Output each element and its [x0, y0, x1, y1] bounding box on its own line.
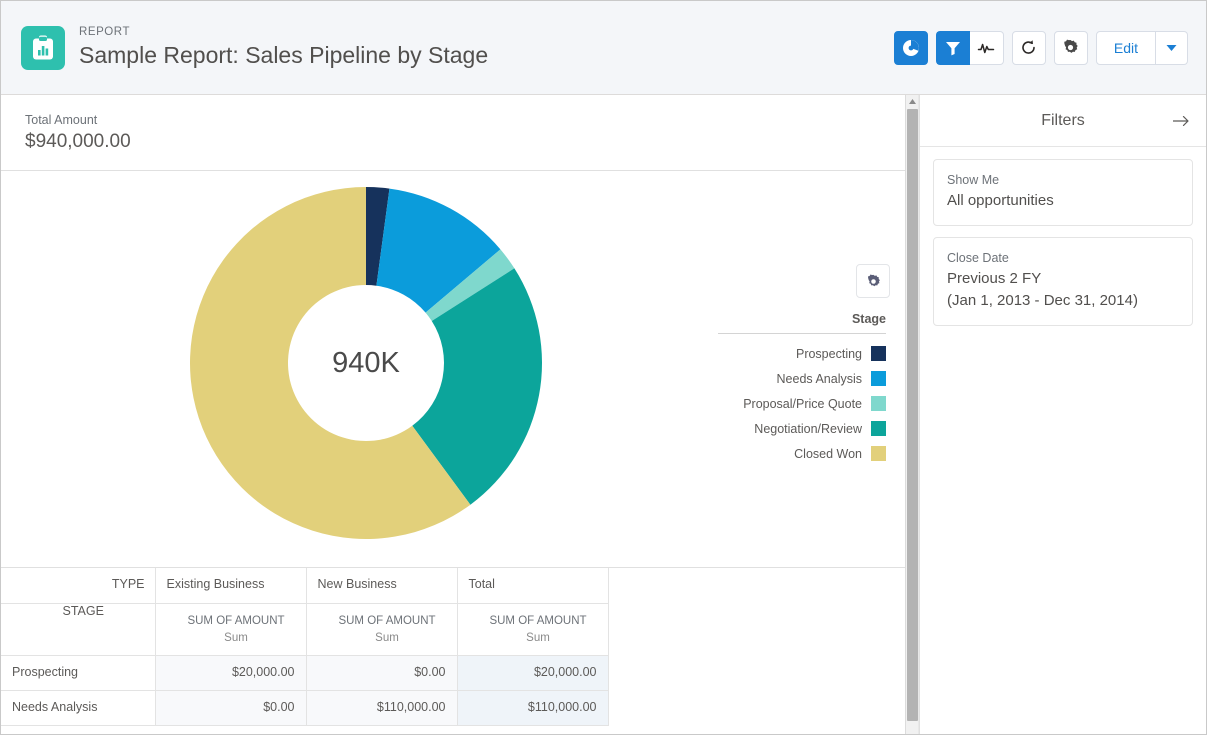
cell-total: $110,000.00 [457, 690, 609, 726]
legend-item[interactable]: Negotiation/Review [718, 416, 886, 441]
measure-agg: Sum [526, 631, 550, 644]
legend-color-swatch [871, 371, 886, 386]
type-corner-label: TYPE [1, 568, 156, 604]
row-stage-label: Needs Analysis [1, 690, 156, 726]
refresh-button[interactable] [1011, 30, 1046, 65]
legend-color-swatch [871, 421, 886, 436]
legend-color-swatch [871, 346, 886, 361]
header-toolbar: Edit [893, 30, 1188, 65]
page-header: REPORT Sample Report: Sales Pipeline by … [1, 1, 1206, 95]
record-type-label: REPORT [79, 26, 131, 38]
measure-header-total: SUM OF AMOUNT Sum [457, 603, 609, 656]
legend-item-label: Negotiation/Review [754, 421, 862, 436]
legend-divider [718, 333, 886, 334]
page-title: Sample Report: Sales Pipeline by Stage [79, 42, 489, 68]
table-header-row-measure: STAGE SUM OF AMOUNT Sum SUM OF AMOUNT Su… [1, 603, 609, 656]
filter-name: Close Date [947, 251, 1009, 265]
filter-button-group [935, 30, 1004, 65]
report-window: REPORT Sample Report: Sales Pipeline by … [0, 0, 1207, 735]
cell-value: $110,000.00 [306, 690, 458, 726]
measure-agg: Sum [375, 631, 399, 644]
total-amount-label: Total Amount [25, 113, 98, 127]
scroll-up-arrow-icon[interactable] [906, 95, 918, 108]
column-header-new-business[interactable]: New Business [306, 568, 458, 604]
chart-settings-gear-icon[interactable] [856, 264, 890, 298]
total-amount-summary: Total Amount $940,000.00 [1, 95, 918, 171]
cell-value: $20,000.00 [155, 655, 307, 691]
row-stage-label: Prospecting [1, 655, 156, 691]
settings-gear-button[interactable] [1053, 30, 1088, 65]
filters-title: Filters [1041, 111, 1085, 129]
legend-title: Stage [851, 312, 886, 326]
legend-items: Prospecting Needs Analysis Proposal/Price … [718, 341, 886, 466]
measure-name: SUM OF AMOUNT [489, 614, 587, 627]
filter-card[interactable]: Show Me All opportunities [933, 159, 1193, 226]
legend-item-label: Prospecting [795, 346, 862, 361]
legend-item[interactable]: Closed Won [718, 441, 886, 466]
filter-card[interactable]: Close Date Previous 2 FY (Jan 1, 2013 - De… [933, 237, 1193, 326]
legend-item-label: Proposal/Price Quote [743, 396, 862, 411]
legend-item-label: Needs Analysis [776, 371, 862, 386]
total-amount-value: $940,000.00 [25, 131, 131, 152]
measure-name: SUM OF AMOUNT [187, 614, 285, 627]
cell-value: $0.00 [155, 690, 307, 726]
report-scrollbar[interactable] [905, 95, 918, 734]
column-header-total[interactable]: Total [457, 568, 609, 604]
filters-panel: Filters Show Me All opportunities Close Da… [919, 95, 1206, 734]
legend-color-swatch [871, 396, 886, 411]
legend-item[interactable]: Needs Analysis [718, 366, 886, 391]
legend-item[interactable]: Prospecting [718, 341, 886, 366]
measure-name: SUM OF AMOUNT [338, 614, 436, 627]
table-row: Needs Analysis $0.00 $110,000.00 $110,000.0… [1, 690, 609, 726]
filter-value: All opportunities [947, 192, 1054, 209]
measure-header-new-business: SUM OF AMOUNT Sum [306, 603, 458, 656]
legend-color-swatch [871, 446, 886, 461]
legend-item-label: Closed Won [794, 446, 862, 461]
table-header-row-type: TYPE Existing Business New Business Tota… [1, 568, 609, 604]
report-table-wrap: TYPE Existing Business New Business Tota… [1, 568, 918, 733]
legend-item[interactable]: Proposal/Price Quote [718, 391, 886, 416]
filter-name: Show Me [947, 173, 1000, 187]
chevron-down-icon[interactable] [1156, 30, 1188, 65]
measure-agg: Sum [224, 631, 248, 644]
title-block: REPORT Sample Report: Sales Pipeline by … [79, 25, 894, 70]
donut-chart[interactable]: 940K [189, 187, 542, 539]
stage-corner-label: STAGE [1, 603, 156, 656]
body-row: Total Amount $940,000.00 940K Stage Pros… [1, 95, 1206, 734]
cell-value: $0.00 [306, 655, 458, 691]
table-row: Prospecting $20,000.00 $0.00 $20,000.00 [1, 655, 609, 691]
filter-value: Previous 2 FY [947, 270, 1042, 287]
report-pane: Total Amount $940,000.00 940K Stage Pros… [1, 95, 919, 734]
filter-value-secondary: (Jan 1, 2013 - Dec 31, 2014) [947, 292, 1138, 309]
chart-legend: Stage Prospecting Needs Analysis Proposal/… [718, 311, 886, 466]
arrow-right-icon[interactable] [1172, 112, 1190, 130]
report-clipboard-icon [21, 25, 65, 70]
filters-header: Filters [920, 95, 1206, 147]
measure-header-existing-business: SUM OF AMOUNT Sum [155, 603, 307, 656]
scrollbar-thumb[interactable] [907, 109, 918, 721]
chart-toggle-button[interactable] [893, 30, 928, 65]
report-table: TYPE Existing Business New Business Tota… [1, 568, 609, 726]
filters-list: Show Me All opportunities Close Date Previo… [920, 147, 1206, 326]
edit-button[interactable]: Edit [1095, 30, 1156, 65]
cell-total: $20,000.00 [457, 655, 609, 691]
filter-toggle-button[interactable] [935, 30, 970, 65]
conditional-formatting-button[interactable] [969, 30, 1004, 65]
column-header-existing-business[interactable]: Existing Business [155, 568, 307, 604]
report-table-body: Prospecting $20,000.00 $0.00 $20,000.00 Need… [1, 655, 609, 726]
chart-area: 940K Stage Prospecting Needs Analysis Prop… [1, 171, 918, 568]
